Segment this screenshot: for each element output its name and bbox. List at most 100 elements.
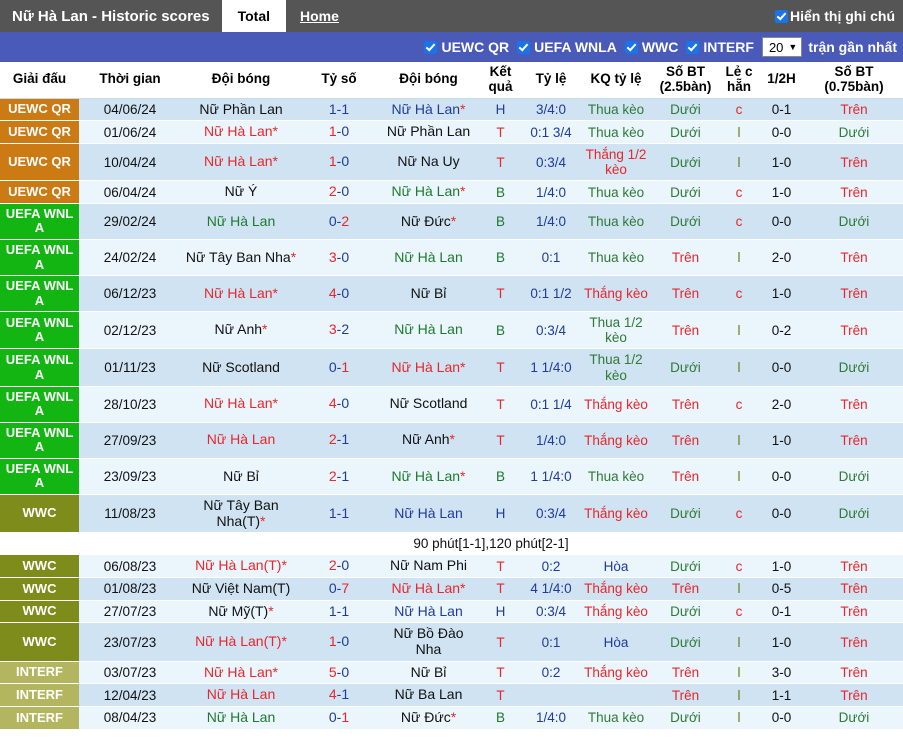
col-ou-075[interactable]: Số BT (0.75bàn) bbox=[805, 62, 903, 99]
table-row[interactable]: UEFA WNL A 02/12/23 Nữ Anh* 3-2 Nữ Hà Lan B 0:… bbox=[0, 311, 903, 350]
league-badge[interactable]: UEFA WNL A bbox=[0, 422, 79, 459]
col-league[interactable]: Giải đấu bbox=[0, 62, 79, 99]
col-odds-result[interactable]: KQ tỷ lệ bbox=[581, 62, 651, 99]
table-row[interactable]: INTERF 03/07/23 Nữ Hà Lan* 5-0 Nữ Bỉ T 0:2 Thắn… bbox=[0, 661, 903, 685]
col-away-team[interactable]: Đội bóng bbox=[377, 62, 480, 99]
table-row[interactable]: UEWC QR 04/06/24 Nữ Phần Lan 1-1 Nữ Hà Lan* H… bbox=[0, 98, 903, 122]
away-team[interactable]: Nữ Phần Lan bbox=[377, 120, 480, 145]
home-team[interactable]: Nữ Việt Nam(T) bbox=[181, 577, 301, 601]
match-score[interactable]: 4-0 bbox=[301, 275, 377, 313]
table-row[interactable]: WWC 27/07/23 Nữ Mỹ(T)* 1-1 Nữ Hà Lan H 0:3/4 Th… bbox=[0, 600, 903, 624]
league-badge[interactable]: UEFA WNL A bbox=[0, 311, 79, 350]
league-badge[interactable]: UEFA WNL A bbox=[0, 386, 79, 423]
col-time[interactable]: Thời gian bbox=[79, 62, 181, 99]
home-team[interactable]: Nữ Hà Lan* bbox=[181, 275, 301, 313]
home-team[interactable]: Nữ Hà Lan(T)* bbox=[181, 622, 301, 662]
league-badge[interactable]: UEWC QR bbox=[0, 180, 79, 204]
away-team[interactable]: Nữ Ba Lan bbox=[377, 683, 480, 708]
away-team[interactable]: Nữ Hà Lan bbox=[377, 311, 480, 350]
match-score[interactable]: 1-1 bbox=[301, 600, 377, 624]
away-team[interactable]: Nữ Đức* bbox=[377, 203, 480, 241]
show-notes-toggle[interactable]: Hiển thị ghi chú bbox=[775, 0, 903, 32]
away-team[interactable]: Nữ Hà Lan* bbox=[377, 348, 480, 387]
tab-total[interactable]: Total bbox=[221, 0, 286, 32]
away-team[interactable]: Nữ Anh* bbox=[377, 422, 480, 459]
table-row[interactable]: WWC 01/08/23 Nữ Việt Nam(T) 0-7 Nữ Hà Lan* T 4… bbox=[0, 577, 903, 601]
league-badge[interactable]: WWC bbox=[0, 554, 79, 579]
match-score[interactable]: 3-0 bbox=[301, 239, 377, 277]
league-badge[interactable]: WWC bbox=[0, 494, 79, 534]
col-odds[interactable]: Tỷ lệ bbox=[521, 62, 581, 99]
match-score[interactable]: 2-1 bbox=[301, 422, 377, 459]
col-home-team[interactable]: Đội bóng bbox=[181, 62, 301, 99]
table-row[interactable]: UEFA WNL A 23/09/23 Nữ Bỉ 2-1 Nữ Hà Lan* B 1 1… bbox=[0, 458, 903, 495]
league-badge[interactable]: WWC bbox=[0, 577, 79, 601]
match-score[interactable]: 1-0 bbox=[301, 143, 377, 182]
home-team[interactable]: Nữ Hà Lan bbox=[181, 683, 301, 708]
league-badge[interactable]: UEWC QR bbox=[0, 143, 79, 182]
table-row[interactable]: UEFA WNL A 01/11/23 Nữ Scotland 0-1 Nữ Hà La… bbox=[0, 348, 903, 387]
home-team[interactable]: Nữ Hà Lan* bbox=[181, 143, 301, 182]
league-badge[interactable]: UEFA WNL A bbox=[0, 275, 79, 313]
league-badge[interactable]: UEFA WNL A bbox=[0, 348, 79, 387]
away-team[interactable]: Nữ Scotland bbox=[377, 386, 480, 423]
home-team[interactable]: Nữ Hà Lan bbox=[181, 706, 301, 730]
nav-link-home[interactable]: Home bbox=[286, 0, 353, 32]
match-score[interactable]: 0-2 bbox=[301, 203, 377, 241]
away-team[interactable]: Nữ Hà Lan* bbox=[377, 458, 480, 495]
away-team[interactable]: Nữ Hà Lan* bbox=[377, 180, 480, 204]
match-score[interactable]: 2-0 bbox=[301, 180, 377, 204]
table-row[interactable]: WWC 23/07/23 Nữ Hà Lan(T)* 1-0 Nữ Bồ Đào Nha… bbox=[0, 622, 903, 662]
table-row[interactable]: UEFA WNL A 29/02/24 Nữ Hà Lan 0-2 Nữ Đức* B 1/… bbox=[0, 203, 903, 241]
filter-interf[interactable]: INTERF bbox=[686, 39, 754, 55]
home-team[interactable]: Nữ Ý bbox=[181, 180, 301, 204]
league-badge[interactable]: UEFA WNL A bbox=[0, 458, 79, 495]
checkbox-checked-icon[interactable] bbox=[517, 40, 531, 54]
table-row[interactable]: UEFA WNL A 06/12/23 Nữ Hà Lan* 4-0 Nữ Bỉ T 0:1… bbox=[0, 275, 903, 313]
match-count-select[interactable]: 20 ▼ bbox=[761, 37, 803, 57]
home-team[interactable]: Nữ Tây Ban Nha* bbox=[181, 239, 301, 277]
league-badge[interactable]: WWC bbox=[0, 622, 79, 662]
table-row[interactable]: WWC 06/08/23 Nữ Hà Lan(T)* 2-0 Nữ Nam Phi T 0:… bbox=[0, 554, 903, 579]
league-badge[interactable]: WWC bbox=[0, 600, 79, 624]
league-badge[interactable]: UEWC QR bbox=[0, 120, 79, 145]
away-team[interactable]: Nữ Bồ Đào Nha bbox=[377, 622, 480, 662]
match-score[interactable]: 0-1 bbox=[301, 706, 377, 730]
away-team[interactable]: Nữ Nam Phi bbox=[377, 554, 480, 579]
checkbox-checked-icon[interactable] bbox=[424, 40, 438, 54]
home-team[interactable]: Nữ Tây Ban Nha(T)* bbox=[181, 494, 301, 534]
checkbox-checked-icon[interactable] bbox=[624, 40, 638, 54]
table-row[interactable]: UEFA WNL A 24/02/24 Nữ Tây Ban Nha* 3-0 Nữ H… bbox=[0, 239, 903, 277]
away-team[interactable]: Nữ Hà Lan bbox=[377, 494, 480, 534]
away-team[interactable]: Nữ Đức* bbox=[377, 706, 480, 730]
match-score[interactable]: 1-1 bbox=[301, 98, 377, 122]
away-team[interactable]: Nữ Bỉ bbox=[377, 275, 480, 313]
away-team[interactable]: Nữ Hà Lan* bbox=[377, 577, 480, 601]
match-score[interactable]: 4-1 bbox=[301, 683, 377, 708]
match-score[interactable]: 1-0 bbox=[301, 622, 377, 662]
match-score[interactable]: 3-2 bbox=[301, 311, 377, 350]
home-team[interactable]: Nữ Mỹ(T)* bbox=[181, 600, 301, 624]
match-score[interactable]: 5-0 bbox=[301, 661, 377, 685]
match-score[interactable]: 2-1 bbox=[301, 458, 377, 495]
league-badge[interactable]: INTERF bbox=[0, 661, 79, 685]
match-score[interactable]: 1-1 bbox=[301, 494, 377, 534]
table-row[interactable]: UEWC QR 01/06/24 Nữ Hà Lan* 1-0 Nữ Phần Lan T… bbox=[0, 120, 903, 145]
col-odd-even[interactable]: Lẻ c hẵn bbox=[720, 62, 758, 99]
home-team[interactable]: Nữ Hà Lan* bbox=[181, 386, 301, 423]
checkbox-checked-icon[interactable] bbox=[775, 9, 788, 23]
league-badge[interactable]: UEFA WNL A bbox=[0, 203, 79, 241]
col-score[interactable]: Tỷ số bbox=[301, 62, 377, 99]
match-score[interactable]: 4-0 bbox=[301, 386, 377, 423]
match-score[interactable]: 1-0 bbox=[301, 120, 377, 145]
home-team[interactable]: Nữ Hà Lan* bbox=[181, 661, 301, 685]
home-team[interactable]: Nữ Anh* bbox=[181, 311, 301, 350]
away-team[interactable]: Nữ Bỉ bbox=[377, 661, 480, 685]
table-row[interactable]: UEFA WNL A 28/10/23 Nữ Hà Lan* 4-0 Nữ Scotla… bbox=[0, 386, 903, 423]
away-team[interactable]: Nữ Na Uy bbox=[377, 143, 480, 182]
col-ou-25[interactable]: Số BT (2.5bàn) bbox=[651, 62, 720, 99]
away-team[interactable]: Nữ Hà Lan bbox=[377, 600, 480, 624]
match-score[interactable]: 2-0 bbox=[301, 554, 377, 579]
home-team[interactable]: Nữ Hà Lan(T)* bbox=[181, 554, 301, 579]
table-row[interactable]: WWC 11/08/23 Nữ Tây Ban Nha(T)* 1-1 Nữ Hà La… bbox=[0, 494, 903, 534]
